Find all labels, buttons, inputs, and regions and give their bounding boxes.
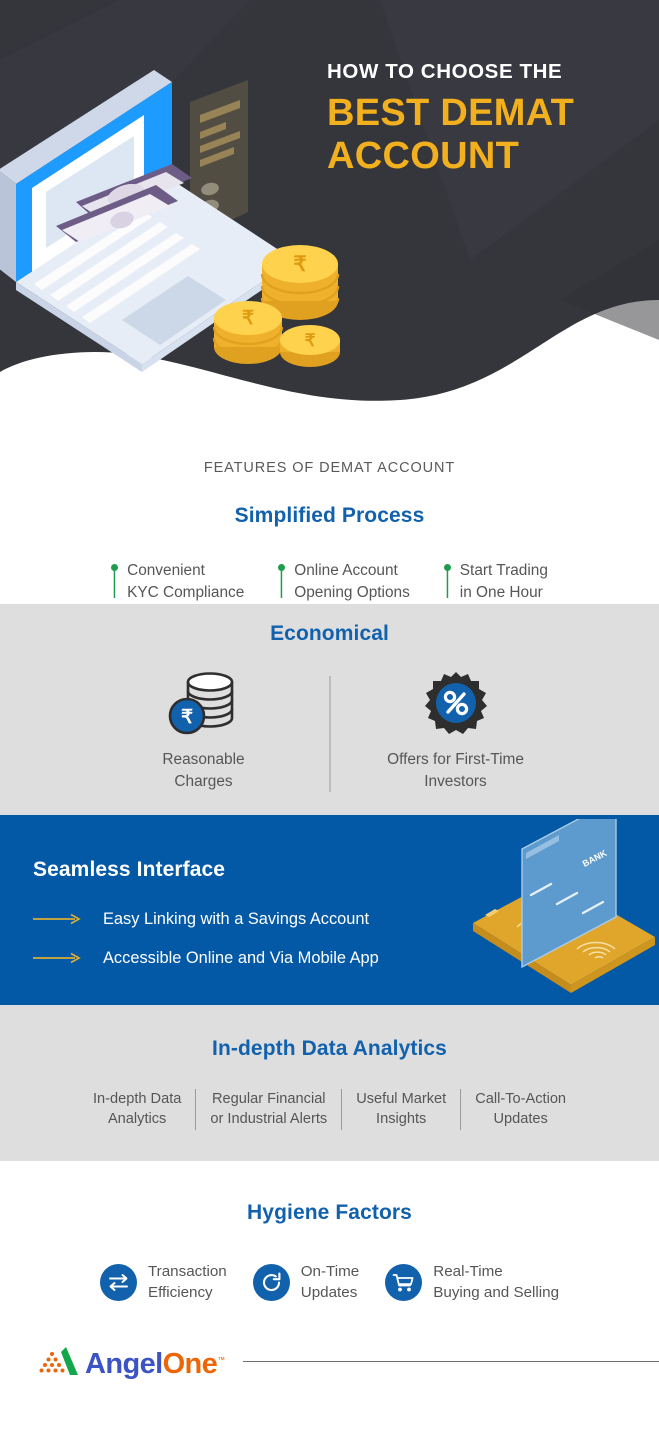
features-section: FEATURES OF DEMAT ACCOUNT Simplified Pro… (0, 440, 659, 604)
list-item-line2: or Industrial Alerts (210, 1111, 328, 1128)
list-item: ₹ Reasonable Charges (78, 670, 330, 793)
features-label: FEATURES OF DEMAT ACCOUNT (203, 460, 456, 476)
refresh-clock-icon (252, 1263, 290, 1301)
shopping-cart-icon (385, 1263, 423, 1301)
angelone-logo[interactable]: AngelOne™ (36, 1345, 225, 1379)
hero-illustration: ₹ ₹ ₹ (0, 70, 340, 372)
seamless-interface-list: Easy Linking with a Savings Account Acce… (33, 900, 379, 978)
svg-text:₹: ₹ (305, 331, 316, 350)
svg-text:₹: ₹ (242, 308, 254, 329)
pin-marker-icon (443, 560, 451, 598)
list-item: Easy Linking with a Savings Account (33, 900, 379, 939)
list-item-label: Easy Linking with a Savings Account (103, 909, 370, 928)
list-item-label: Accessible Online and Via Mobile App (103, 948, 379, 967)
hygiene-list: Transaction Efficiency On-Time Updates R… (0, 1261, 659, 1304)
pin-marker-icon (111, 560, 119, 598)
list-item-line1: Call-To-Action (475, 1090, 567, 1107)
hero-section: ₹ ₹ ₹ HOW TO CHOOSE THE BEST DEMAT ACCOU… (0, 0, 659, 440)
list-item-label: Start Trading in One Hour (460, 560, 548, 604)
list-item-label: Online Account Opening Options (294, 560, 410, 604)
footer: AngelOne™ (0, 1331, 659, 1379)
list-item: Offers for First-Time Investors (330, 670, 582, 793)
list-item-line2: Updates (493, 1111, 548, 1128)
list-item: Call-To-Action Updates (460, 1088, 580, 1130)
list-item-label: On-Time Updates (301, 1261, 360, 1304)
arrow-right-icon (33, 913, 81, 925)
list-item-line1: Offers for First-Time (387, 750, 524, 768)
simplified-process-list: Convenient KYC Compliance Online Account… (0, 560, 659, 604)
list-item-line1: Start Trading (459, 562, 548, 579)
list-item: Real-Time Buying and Selling (385, 1261, 559, 1304)
list-item-line1: Transaction (147, 1262, 227, 1280)
list-item-line1: Regular Financial (211, 1090, 326, 1107)
list-item-line2: Insights (376, 1111, 427, 1128)
exchange-arrows-icon (99, 1263, 137, 1301)
list-item-line2: Charges (174, 772, 233, 790)
analytics-heading: In-depth Data Analytics (212, 1036, 447, 1060)
list-item-line2: in One Hour (459, 583, 543, 601)
svg-text:₹: ₹ (293, 253, 306, 276)
list-item: Accessible Online and Via Mobile App (33, 939, 379, 978)
list-item: Online Account Opening Options (278, 560, 410, 604)
list-item-line2: KYC Compliance (127, 583, 245, 601)
list-item-line2: Opening Options (294, 583, 410, 601)
rupee-coin-stack-icon: ₹ (78, 670, 330, 738)
list-item-line2: Investors (424, 772, 487, 790)
list-item-line1: Reasonable (162, 750, 245, 768)
list-item-line2: Analytics (107, 1111, 167, 1128)
hero-kicker: HOW TO CHOOSE THE (327, 60, 563, 83)
analytics-list: In-depth Data Analytics Regular Financia… (0, 1088, 659, 1130)
logo-one-text: One (162, 1347, 218, 1380)
list-item-line1: On-Time (300, 1262, 360, 1280)
list-item: Useful Market Insights (341, 1088, 460, 1130)
list-item-label: Convenient KYC Compliance (127, 560, 244, 604)
list-item: Transaction Efficiency (99, 1261, 227, 1304)
hygiene-heading: Hygiene Factors (247, 1200, 412, 1224)
economical-divider (329, 675, 330, 792)
footer-divider (242, 1361, 659, 1363)
list-item: In-depth Data Analytics (79, 1089, 195, 1130)
bank-card-illustration: BANK (473, 818, 655, 993)
list-item: Regular Financial or Industrial Alerts (195, 1088, 341, 1130)
list-item: On-Time Updates (252, 1261, 360, 1304)
list-item-label: Offers for First-Time Investors (330, 749, 582, 793)
hero-title-line1: BEST DEMAT (327, 91, 575, 134)
infographic-page: ₹ ₹ ₹ HOW TO CHOOSE THE BEST DEMAT ACCOU… (0, 0, 659, 1440)
economical-section: Economical ₹ Reasonable Charges Offers f… (0, 603, 659, 815)
hygiene-section: Hygiene Factors Transaction Efficiency O… (0, 1160, 659, 1331)
logo-trademark: ™ (217, 1355, 225, 1365)
list-item-line2: Updates (300, 1284, 358, 1302)
list-item-line1: Real-Time (433, 1262, 503, 1280)
seamless-interface-section: Seamless Interface Easy Linking with a S… (0, 814, 659, 1005)
seamless-interface-heading: Seamless Interface (33, 857, 226, 881)
list-item: Start Trading in One Hour (443, 560, 548, 604)
list-item-line1: Online Account (294, 562, 398, 579)
list-item-line1: In-depth Data (92, 1090, 182, 1107)
angelone-wordmark: AngelOne™ (85, 1347, 225, 1380)
hero-title-block: HOW TO CHOOSE THE BEST DEMAT ACCOUNT (327, 60, 627, 177)
list-item-label: Transaction Efficiency (148, 1261, 227, 1304)
angelone-mark-icon (39, 1346, 78, 1375)
list-item-label: Reasonable Charges (78, 749, 330, 793)
logo-angel-text: Angel (85, 1347, 163, 1380)
simplified-process-heading: Simplified Process (234, 504, 425, 527)
list-item: Convenient KYC Compliance (111, 560, 244, 604)
list-item-line2: Efficiency (147, 1284, 213, 1302)
economical-heading: Economical (270, 621, 389, 645)
arrow-right-icon (33, 952, 81, 964)
list-item-line2: Buying and Selling (433, 1284, 560, 1302)
list-item-line1: Convenient (127, 562, 205, 579)
economical-list: ₹ Reasonable Charges Offers for First-Ti… (0, 670, 659, 793)
percent-badge-icon (330, 670, 582, 738)
svg-text:₹: ₹ (180, 707, 192, 728)
hero-title: BEST DEMAT ACCOUNT (327, 92, 627, 178)
hero-title-line2: ACCOUNT (327, 134, 520, 177)
analytics-section: In-depth Data Analytics In-depth Data An… (0, 1004, 659, 1161)
list-item-label: Real-Time Buying and Selling (433, 1261, 559, 1304)
pin-marker-icon (278, 560, 286, 598)
list-item-line1: Useful Market (356, 1090, 447, 1107)
